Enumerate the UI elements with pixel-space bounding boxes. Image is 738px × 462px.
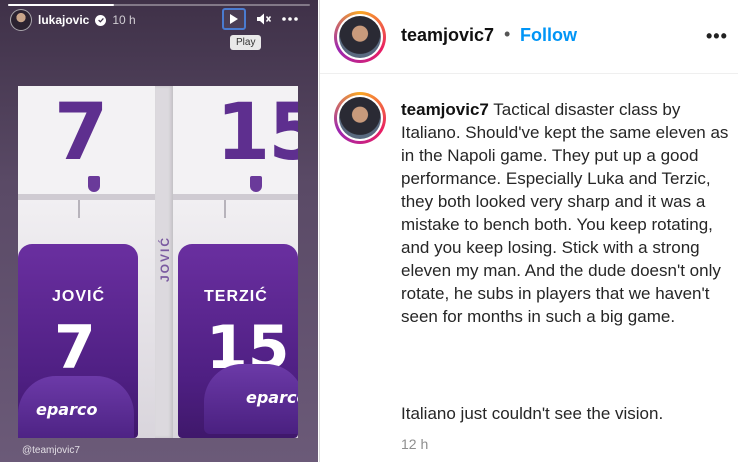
story-progress-bar (8, 4, 310, 6)
club-crest-icon (88, 176, 100, 192)
caption-closing-line: Italiano just couldn't see the vision. (401, 404, 664, 423)
avatar-photo (339, 97, 381, 139)
story-header: lukajovic 10 h (10, 9, 136, 31)
story-image: 7 15 JOVIĆ JOVIĆ 7 TERZIĆ 15 eparco epar… (18, 86, 298, 438)
play-icon (230, 14, 238, 24)
story-timestamp: 10 h (112, 13, 136, 27)
seat-right: eparco (204, 364, 298, 434)
hanger-hook (224, 200, 226, 218)
caption-text: Tactical disaster class by Italiano. Sho… (401, 100, 729, 326)
avatar-ring-inner (337, 14, 383, 60)
post-header: teamjovic7 • Follow ••• (320, 0, 738, 74)
seat-left: eparco (18, 376, 134, 438)
avatar-ring-inner (337, 95, 383, 141)
caption-username[interactable]: teamjovic7 (401, 100, 489, 119)
locker-vertical-name: JOVIĆ (158, 236, 172, 283)
play-button[interactable] (222, 8, 246, 30)
story-controls (222, 8, 298, 30)
jersey-left-name: JOVIĆ (52, 288, 106, 305)
hanger-hook (78, 200, 80, 218)
seat-left-logo: eparco (36, 400, 98, 419)
story-avatar[interactable] (10, 9, 32, 31)
follow-button[interactable]: Follow (520, 25, 577, 46)
muted-speaker-icon (257, 13, 272, 25)
club-crest-icon (250, 176, 262, 192)
verified-badge-icon (95, 14, 107, 26)
seat-right-logo: eparco (246, 388, 298, 407)
jersey-right-name: TERZIĆ (204, 288, 268, 305)
locker-number-right: 15 (216, 88, 298, 178)
separator-dot: • (504, 24, 511, 44)
post-caption: teamjovic7 Tactical disaster class by It… (401, 98, 731, 328)
post-avatar[interactable] (334, 11, 386, 63)
story-progress-fill (8, 4, 114, 6)
story-mention[interactable]: @teamjovic7 (22, 445, 80, 456)
avatar-photo (339, 16, 381, 58)
story-viewer[interactable]: lukajovic 10 h Play 7 15 JOVIĆ JOVIĆ 7 T… (0, 0, 318, 462)
mute-button[interactable] (256, 11, 272, 27)
post-username[interactable]: teamjovic7 (401, 25, 494, 46)
more-horizontal-icon (282, 17, 298, 21)
play-tooltip: Play (230, 35, 262, 50)
caption-avatar[interactable] (334, 92, 386, 144)
post-timestamp[interactable]: 12 h (401, 436, 428, 452)
locker-number-left: 7 (54, 88, 108, 178)
post-panel: teamjovic7 • Follow ••• teamjovic7 Tacti… (319, 0, 738, 462)
story-username[interactable]: lukajovic (38, 13, 89, 27)
jersey-left-number: 7 (54, 313, 96, 383)
more-options-button[interactable]: ••• (706, 26, 728, 47)
story-more-button[interactable] (282, 11, 298, 27)
